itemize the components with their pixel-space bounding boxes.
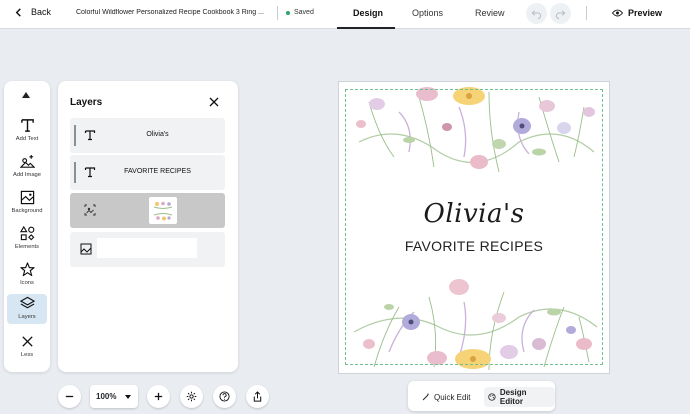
tool-label: Add Text xyxy=(15,136,39,142)
floral-thumbnail-icon xyxy=(153,201,173,220)
layers-icon xyxy=(19,296,35,309)
help-button[interactable] xyxy=(213,385,236,408)
undo-icon xyxy=(531,10,542,19)
back-button[interactable]: Back xyxy=(14,7,51,17)
add-image-icon xyxy=(19,154,35,168)
tool-label: Icons xyxy=(20,280,34,286)
less-tool[interactable]: Less xyxy=(7,332,47,364)
tool-label: Layers xyxy=(18,314,36,320)
tool-rail: Add Text Add Image Background Elements I… xyxy=(4,81,50,372)
layer-item-text[interactable]: Olivia's xyxy=(70,118,225,153)
text-icon xyxy=(84,167,96,178)
elements-icon xyxy=(19,226,34,241)
plus-icon xyxy=(154,392,163,401)
image-layer-icon xyxy=(84,204,96,216)
canvas-name-text[interactable]: Olivia's xyxy=(339,199,609,229)
close-icon xyxy=(21,336,33,347)
elements-tool[interactable]: Elements xyxy=(7,224,47,256)
document-title: Colorful Wildflower Personalized Recipe … xyxy=(76,9,264,16)
drag-handle[interactable] xyxy=(74,162,76,183)
star-icon xyxy=(19,262,35,277)
text-icon xyxy=(20,119,34,132)
top-bar: Back Colorful Wildflower Personalized Re… xyxy=(0,0,690,29)
layer-item-text[interactable]: FAVORITE RECIPES xyxy=(70,155,225,190)
design-canvas[interactable]: Olivia's FAVORITE RECIPES xyxy=(338,81,610,374)
quick-edit-button[interactable]: Quick Edit xyxy=(418,387,474,407)
tab-review[interactable]: Review xyxy=(475,8,505,18)
layers-panel: Layers Olivia's FAVORITE RECIPES xyxy=(58,81,238,372)
background-icon xyxy=(80,243,92,255)
palette-icon xyxy=(488,393,496,401)
divider xyxy=(277,6,278,20)
preview-button[interactable]: Preview xyxy=(612,8,662,18)
tool-label: Add Image xyxy=(12,172,42,178)
quick-edit-label: Quick Edit xyxy=(434,392,471,402)
chevron-left-icon xyxy=(15,7,21,17)
chevron-up-icon[interactable] xyxy=(22,92,30,98)
background-tool[interactable]: Background xyxy=(7,188,47,220)
preview-label: Preview xyxy=(628,8,663,18)
background-thumbnail xyxy=(97,238,197,258)
layers-tool[interactable]: Layers xyxy=(7,294,47,324)
background-icon xyxy=(20,190,34,205)
back-label: Back xyxy=(31,7,52,17)
undo-button[interactable] xyxy=(526,3,547,24)
design-editor-label: Design Editor xyxy=(499,388,527,406)
tool-label: Elements xyxy=(14,244,40,250)
zoom-value: 100% xyxy=(96,392,117,401)
icons-tool[interactable]: Icons xyxy=(7,260,47,292)
tab-design[interactable]: Design xyxy=(353,8,383,18)
zoom-select[interactable]: 100% xyxy=(90,385,138,408)
layer-item-image[interactable] xyxy=(70,193,225,228)
active-tab-indicator xyxy=(337,27,395,29)
drag-handle[interactable] xyxy=(74,125,76,146)
divider xyxy=(586,6,587,20)
save-status: Saved xyxy=(286,9,314,16)
tool-label: Less xyxy=(20,352,34,358)
eye-icon xyxy=(612,9,623,17)
wand-icon xyxy=(422,393,429,401)
text-icon xyxy=(84,130,96,141)
redo-button[interactable] xyxy=(550,3,571,24)
share-button[interactable] xyxy=(246,385,269,408)
tool-label: Background xyxy=(11,208,43,214)
layer-item-background[interactable] xyxy=(70,232,225,267)
close-icon[interactable] xyxy=(209,97,219,107)
zoom-out-button[interactable] xyxy=(58,385,81,408)
layer-label: Olivia's xyxy=(146,131,169,138)
layers-title: Layers xyxy=(70,97,103,108)
canvas-subtitle-text[interactable]: FAVORITE RECIPES xyxy=(339,238,609,254)
layer-label: FAVORITE RECIPES xyxy=(124,168,191,175)
minus-icon xyxy=(65,395,74,398)
gear-icon xyxy=(186,391,197,402)
design-editor-button[interactable]: Design Editor xyxy=(484,387,555,407)
redo-icon xyxy=(555,10,566,19)
zoom-in-button[interactable] xyxy=(147,385,170,408)
caret-down-icon xyxy=(125,394,132,399)
layer-thumbnail xyxy=(149,197,177,224)
editor-mode-switch: Quick Edit Design Editor xyxy=(408,381,555,411)
tab-options[interactable]: Options xyxy=(412,8,443,18)
add-text-tool[interactable]: Add Text xyxy=(7,116,47,148)
help-icon xyxy=(219,391,230,402)
save-status-label: Saved xyxy=(294,9,314,16)
settings-button[interactable] xyxy=(180,385,203,408)
share-icon xyxy=(253,391,262,402)
saved-dot-icon xyxy=(286,10,290,15)
add-image-tool[interactable]: Add Image xyxy=(7,152,47,184)
